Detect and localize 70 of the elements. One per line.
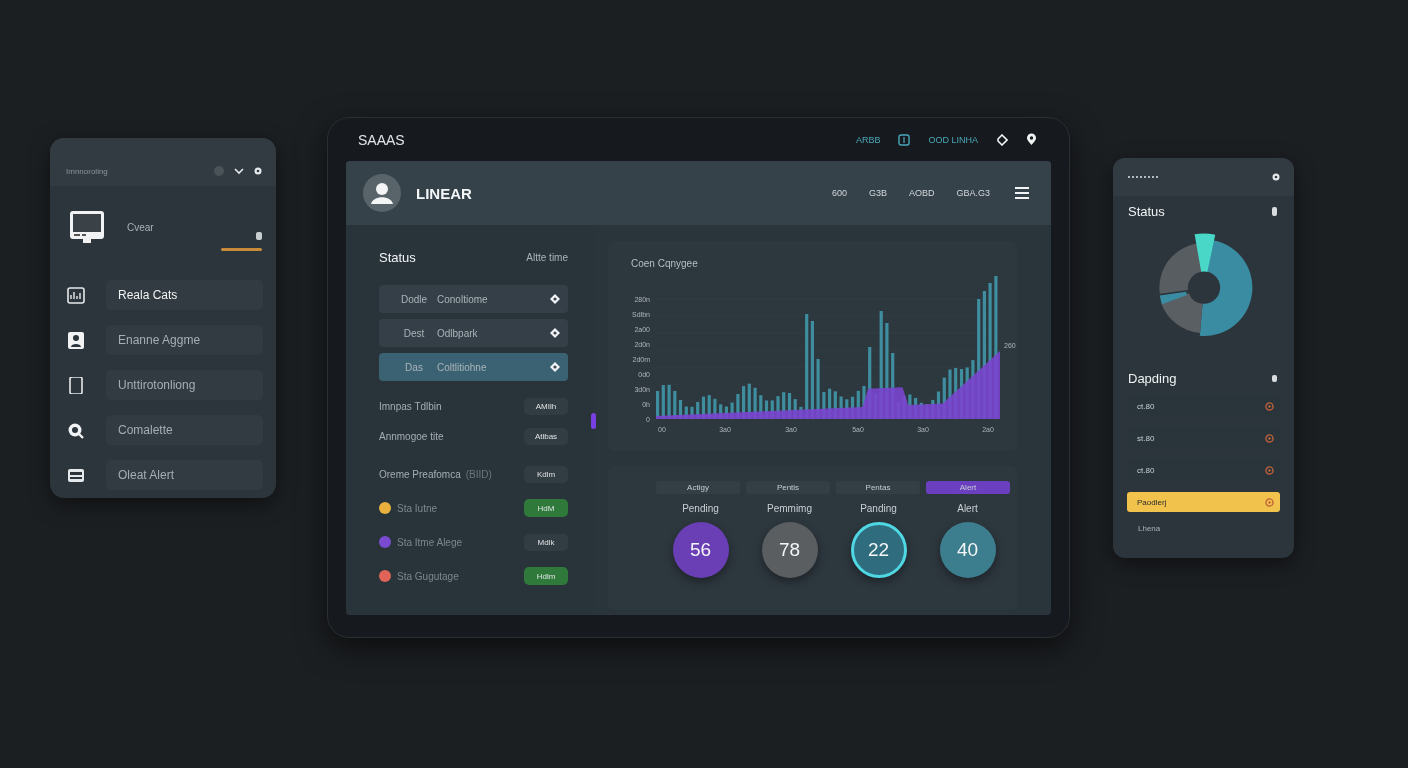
top-link[interactable]: OOD LINHA	[928, 134, 978, 145]
metric-label: Imnpas Tdlbin	[379, 400, 442, 412]
stat-label: Pending	[682, 503, 719, 514]
tab[interactable]: Alert	[926, 481, 1010, 494]
nav-item[interactable]: Comalette	[106, 415, 263, 445]
status-option[interactable]: Dodle Conoltiome	[379, 285, 568, 313]
stat-label: Panding	[860, 503, 897, 514]
stat-label: Alert	[957, 503, 978, 514]
tab[interactable]: Pentis	[746, 481, 830, 494]
register-icon	[67, 466, 85, 484]
monitor-icon	[69, 210, 105, 244]
accent-bar	[221, 248, 262, 251]
toggle-button[interactable]: Hdlm	[524, 567, 568, 585]
nav-item[interactable]: Enanne Aggme	[106, 325, 263, 355]
stat-circle: 40	[939, 522, 996, 578]
stat-circle: 56	[672, 522, 729, 578]
nav-item[interactable]: Oleat Alert	[106, 460, 263, 490]
toggle-button[interactable]: Mdlk	[524, 533, 568, 551]
nav-link[interactable]: 600	[831, 188, 847, 198]
avatar-icon	[363, 174, 401, 212]
stat-circle: 78	[761, 522, 818, 578]
phone-icon	[67, 376, 85, 394]
toggle-label: Sta Iutne	[397, 502, 439, 514]
panel-title: Status	[1128, 204, 1165, 219]
diamond-icon	[550, 328, 560, 338]
stat-circle: 22	[850, 522, 907, 578]
diamond-icon	[550, 362, 560, 372]
top-link[interactable]: ARBB	[855, 134, 881, 145]
metric-label: Oreme Preafomca	[379, 468, 461, 480]
diamond-icon	[550, 294, 560, 304]
value-tag: Atlbas	[524, 427, 568, 445]
ring-icon	[1265, 433, 1274, 443]
metric-note: (BIID)	[465, 468, 492, 480]
panel-label: Imnnoroling	[66, 166, 109, 176]
ring-icon	[1265, 497, 1274, 507]
nav-link[interactable]: AOBD	[908, 188, 935, 198]
scrollbar-thumb[interactable]	[591, 413, 596, 429]
tab[interactable]: Pentas	[836, 481, 920, 494]
dotted-line-icon	[1128, 176, 1158, 178]
user-icon	[67, 331, 85, 349]
chart-title: Coen Cqnygee	[631, 258, 698, 269]
location-icon[interactable]	[1026, 133, 1037, 146]
square-icon[interactable]	[898, 133, 911, 146]
ring-icon	[1265, 465, 1274, 475]
device-label: Cvear	[127, 222, 155, 233]
toggle-label: Sta Gugutage	[397, 570, 460, 582]
metric-label: Annmogoe tite	[379, 430, 444, 442]
list-item[interactable]: Paodlerj	[1127, 492, 1280, 512]
tab[interactable]: Actigy	[656, 481, 740, 494]
chevron-icon[interactable]	[234, 167, 244, 175]
app-title: SAAAS	[358, 131, 406, 148]
ring-icon	[1265, 401, 1274, 411]
dot-icon	[214, 166, 224, 176]
value-tag: AMIlh	[524, 397, 568, 415]
stat-label: Pemmimg	[767, 503, 812, 514]
time-label: Altte time	[526, 252, 568, 263]
value-tag: Kdlm	[524, 465, 568, 483]
brand-name: LINEAR	[416, 184, 473, 202]
toggle-button[interactable]: HdM	[524, 499, 568, 517]
section-title: Status	[379, 250, 416, 265]
nav-link[interactable]: G3B	[868, 188, 887, 198]
toggle-label: Sta Itme Alege	[397, 536, 464, 548]
board-icon	[67, 286, 85, 304]
status-option[interactable]: Dest Odlbpark	[379, 319, 568, 347]
panel-title: Dapding	[1128, 371, 1177, 386]
footer-label: Lhena	[1137, 523, 1162, 533]
nav-link[interactable]: GBA.G3	[956, 188, 990, 198]
nav-item[interactable]: Reala Cats	[106, 280, 263, 310]
nav-item[interactable]: Unttirotonliong	[106, 370, 263, 400]
search-icon	[67, 421, 85, 439]
